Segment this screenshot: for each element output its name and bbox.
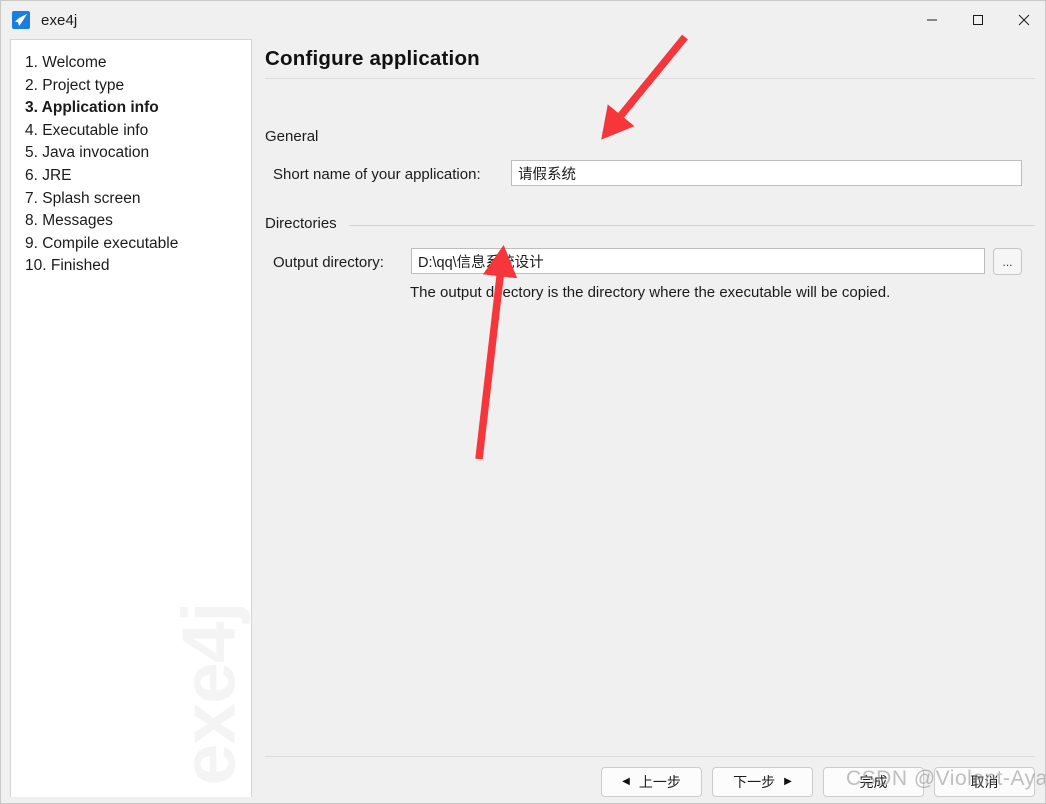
minimize-icon[interactable] bbox=[909, 1, 955, 39]
close-icon[interactable] bbox=[1001, 1, 1045, 39]
sidebar-item-project-type[interactable]: 2. Project type bbox=[25, 75, 251, 98]
previous-button[interactable]: ◀ 上一步 bbox=[601, 767, 702, 797]
exe4j-wizard-window: exe4j 1. Welcome 2. Project type 3. Appl… bbox=[0, 0, 1046, 804]
window-controls bbox=[909, 1, 1045, 39]
sidebar-item-jre[interactable]: 6. JRE bbox=[25, 165, 251, 188]
directories-section-label: Directories bbox=[265, 215, 337, 232]
finish-button[interactable]: 完成 bbox=[823, 767, 924, 797]
cancel-button[interactable]: 取消 bbox=[934, 767, 1035, 797]
sidebar-brand-text: exe4j bbox=[166, 602, 251, 786]
title-divider bbox=[265, 78, 1035, 79]
chevron-left-icon: ◀ bbox=[622, 776, 630, 787]
sidebar-item-executable-info[interactable]: 4. Executable info bbox=[25, 120, 251, 143]
title-bar: exe4j bbox=[1, 1, 1045, 39]
page-title: Configure application bbox=[265, 47, 480, 70]
output-directory-input[interactable] bbox=[411, 248, 985, 274]
output-directory-label: Output directory: bbox=[273, 254, 384, 271]
directories-divider bbox=[349, 225, 1035, 226]
sidebar-item-finished[interactable]: 10. Finished bbox=[25, 255, 251, 278]
wizard-steps-sidebar: 1. Welcome 2. Project type 3. Applicatio… bbox=[10, 39, 252, 797]
sidebar-item-application-info[interactable]: 3. Application info bbox=[25, 97, 251, 120]
cancel-button-label: 取消 bbox=[970, 774, 999, 790]
sidebar-item-splash-screen[interactable]: 7. Splash screen bbox=[25, 188, 251, 211]
maximize-icon[interactable] bbox=[955, 1, 1001, 39]
sidebar-item-java-invocation[interactable]: 5. Java invocation bbox=[25, 142, 251, 165]
wizard-step-list: 1. Welcome 2. Project type 3. Applicatio… bbox=[11, 40, 251, 278]
sidebar-item-compile-executable[interactable]: 9. Compile executable bbox=[25, 233, 251, 256]
window-title: exe4j bbox=[41, 11, 78, 29]
sidebar-item-messages[interactable]: 8. Messages bbox=[25, 210, 251, 233]
finish-button-label: 完成 bbox=[859, 774, 888, 790]
short-name-label: Short name of your application: bbox=[273, 166, 481, 183]
wizard-footer-buttons: ◀ 上一步 下一步 ▶ 完成 取消 bbox=[252, 767, 1045, 797]
chevron-right-icon: ▶ bbox=[784, 776, 792, 787]
previous-button-label: 上一步 bbox=[638, 774, 681, 790]
browse-directory-button[interactable]: ... bbox=[993, 248, 1022, 275]
footer-divider bbox=[265, 756, 1035, 757]
short-name-input[interactable] bbox=[511, 160, 1022, 186]
rocket-icon bbox=[12, 11, 30, 29]
output-directory-hint: The output directory is the directory wh… bbox=[410, 284, 891, 301]
main-content-panel: Configure application General Short name… bbox=[252, 39, 1045, 803]
next-button[interactable]: 下一步 ▶ bbox=[712, 767, 813, 797]
next-button-label: 下一步 bbox=[733, 774, 776, 790]
general-section-label: General bbox=[265, 128, 319, 145]
sidebar-item-welcome[interactable]: 1. Welcome bbox=[25, 52, 251, 75]
